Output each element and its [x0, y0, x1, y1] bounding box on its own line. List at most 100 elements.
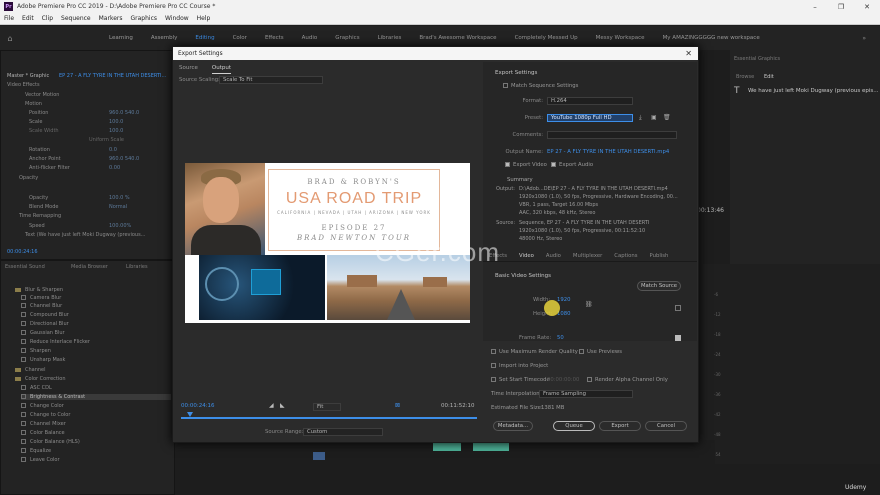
- menu-window[interactable]: Window: [165, 15, 189, 22]
- fx-row[interactable]: Anchor Point 960.0 540.0: [29, 156, 139, 162]
- format-dropdown[interactable]: H.264: [547, 97, 633, 105]
- tab-browse[interactable]: Browse: [736, 74, 754, 80]
- preview-timeline-bar[interactable]: [181, 417, 477, 419]
- tab-output[interactable]: Output: [211, 65, 231, 74]
- height-value[interactable]: 1080: [557, 311, 570, 317]
- frame-rate-value[interactable]: 50: [557, 335, 564, 341]
- queue-button[interactable]: Queue: [553, 421, 595, 431]
- list-item[interactable]: Leave Color: [21, 457, 60, 463]
- tab-multiplexer[interactable]: Multiplexer: [567, 253, 608, 259]
- workspace-graphics[interactable]: Graphics: [326, 35, 368, 41]
- set-out-point-icon[interactable]: ◣: [280, 402, 285, 409]
- fx-row[interactable]: Blend Mode Normal: [29, 204, 127, 210]
- use-previews-checkbox[interactable]: Use Previews: [579, 349, 622, 355]
- list-item[interactable]: Unsharp Mask: [21, 357, 65, 363]
- match-sequence-checkbox[interactable]: Match Sequence Settings: [503, 83, 578, 89]
- timecode-in[interactable]: 00:00:24:16: [181, 403, 215, 409]
- menu-edit[interactable]: Edit: [22, 15, 34, 22]
- workspace-learning[interactable]: Learning: [100, 35, 142, 41]
- minimize-icon[interactable]: –: [802, 3, 828, 11]
- graphics-text-layer[interactable]: We have just left Moki Dugway (previous …: [748, 88, 879, 94]
- close-icon[interactable]: ✕: [685, 49, 692, 58]
- maximize-icon[interactable]: ❐: [828, 3, 854, 11]
- tab-audio[interactable]: Audio: [540, 253, 567, 259]
- fx-row[interactable]: Text (We have just left Moki Dugway (pre…: [25, 232, 145, 238]
- tab-source[interactable]: Source: [179, 65, 198, 74]
- fx-row[interactable]: Rotation 0.0: [29, 147, 117, 153]
- tab-essential-sound[interactable]: Essential Sound: [5, 264, 45, 270]
- basic-video-heading[interactable]: Basic Video Settings: [495, 273, 551, 279]
- list-item[interactable]: Equalize: [21, 448, 51, 454]
- zoom-dropdown[interactable]: Fit: [313, 403, 341, 411]
- fx-row[interactable]: Motion: [25, 101, 42, 107]
- aspect-toggle-icon[interactable]: ⊠: [395, 402, 400, 409]
- fx-row[interactable]: Uniform Scale: [89, 137, 124, 143]
- tab-captions[interactable]: Captions: [608, 253, 643, 259]
- workspace-brads-awesome[interactable]: Brad's Awesome Workspace: [410, 35, 505, 41]
- list-item[interactable]: Color Correction: [15, 376, 66, 382]
- source-scaling-dropdown[interactable]: Scale To Fit: [219, 76, 323, 84]
- cancel-button[interactable]: Cancel: [645, 421, 687, 431]
- fx-row[interactable]: Scale Width 100.0: [29, 128, 123, 134]
- fx-row[interactable]: Opacity: [19, 175, 38, 181]
- summary-heading[interactable]: Summary: [507, 177, 533, 183]
- list-item[interactable]: Camera Blur: [21, 295, 61, 301]
- metadata-button[interactable]: Metadata...: [493, 421, 533, 431]
- home-icon[interactable]: ⌂: [0, 34, 20, 43]
- list-item[interactable]: Color Balance: [21, 430, 65, 436]
- fx-row[interactable]: Speed 100.00%: [29, 223, 131, 229]
- tab-publish[interactable]: Publish: [644, 253, 675, 259]
- save-preset-icon[interactable]: ⤓: [639, 114, 642, 122]
- list-item[interactable]: Change Color: [21, 403, 64, 409]
- workspace-color[interactable]: Color: [224, 35, 256, 41]
- workspace-libraries[interactable]: Libraries: [369, 35, 411, 41]
- list-item[interactable]: Color Balance (HLS): [21, 439, 80, 445]
- output-name-link[interactable]: EP 27 - A FLY TYRE IN THE UTAH DESERTI.m…: [547, 149, 669, 155]
- max-render-quality-checkbox[interactable]: Use Maximum Render Quality: [491, 349, 578, 355]
- close-window-icon[interactable]: ✕: [854, 3, 880, 11]
- list-item[interactable]: Reduce Interlace Flicker: [21, 339, 90, 345]
- export-settings-heading[interactable]: Export Settings: [495, 70, 537, 76]
- tab-edit[interactable]: Edit: [764, 74, 774, 80]
- workspace-completely-messed-up[interactable]: Completely Messed Up: [506, 35, 587, 41]
- fx-row[interactable]: Scale 100.0: [29, 119, 123, 125]
- workspace-assembly[interactable]: Assembly: [142, 35, 187, 41]
- import-preset-icon[interactable]: ▣: [651, 114, 657, 121]
- menu-markers[interactable]: Markers: [99, 15, 123, 22]
- list-item[interactable]: Directional Blur: [21, 321, 69, 327]
- list-item[interactable]: Change to Color: [21, 412, 70, 418]
- width-override-checkbox[interactable]: [675, 305, 681, 311]
- workspace-effects[interactable]: Effects: [256, 35, 293, 41]
- list-item[interactable]: Channel: [15, 367, 46, 373]
- link-dimensions-icon[interactable]: ⛓: [585, 301, 593, 308]
- effect-controls-timecode[interactable]: 00:00:24:16: [7, 249, 38, 255]
- list-item[interactable]: Sharpen: [21, 348, 51, 354]
- import-into-project-checkbox[interactable]: Import into Project: [491, 363, 548, 369]
- list-item-selected[interactable]: Brightness & Contrast: [21, 394, 171, 400]
- list-item[interactable]: Blur & Sharpen: [15, 287, 63, 293]
- tab-media-browser[interactable]: Media Browser: [71, 264, 108, 270]
- playhead-icon[interactable]: [187, 412, 193, 417]
- start-timecode-value[interactable]: 00:00:00:00: [547, 377, 579, 383]
- delete-preset-icon[interactable]: 🗑: [663, 114, 671, 121]
- export-video-checkbox[interactable]: Export Video: [505, 162, 547, 168]
- effect-controls-clip[interactable]: EP 27 - A FLY TYRE IN THE UTAH DESERTI..…: [59, 73, 166, 79]
- list-item[interactable]: Compound Blur: [21, 312, 69, 318]
- more-workspaces-icon[interactable]: »: [862, 35, 866, 42]
- fx-row[interactable]: Position 960.0 540.0: [29, 110, 139, 116]
- set-in-point-icon[interactable]: ◢: [269, 402, 274, 409]
- export-audio-checkbox[interactable]: Export Audio: [551, 162, 593, 168]
- export-button[interactable]: Export: [599, 421, 641, 431]
- workspace-amazing[interactable]: My AMAZINGGGGG new workspace: [654, 35, 769, 41]
- workspace-editing[interactable]: Editing: [186, 35, 223, 41]
- fx-row[interactable]: Vector Motion: [25, 92, 59, 98]
- preset-dropdown[interactable]: YouTube 1080p Full HD: [547, 114, 633, 122]
- fx-row[interactable]: Opacity 100.0 %: [29, 195, 130, 201]
- workspace-audio[interactable]: Audio: [293, 35, 327, 41]
- menu-sequence[interactable]: Sequence: [61, 15, 91, 22]
- track-target-button[interactable]: [313, 452, 325, 460]
- list-item[interactable]: Channel Blur: [21, 303, 62, 309]
- tab-video[interactable]: Video: [513, 253, 540, 259]
- fx-row[interactable]: Time Remapping: [19, 213, 61, 219]
- tab-libraries[interactable]: Libraries: [126, 264, 148, 270]
